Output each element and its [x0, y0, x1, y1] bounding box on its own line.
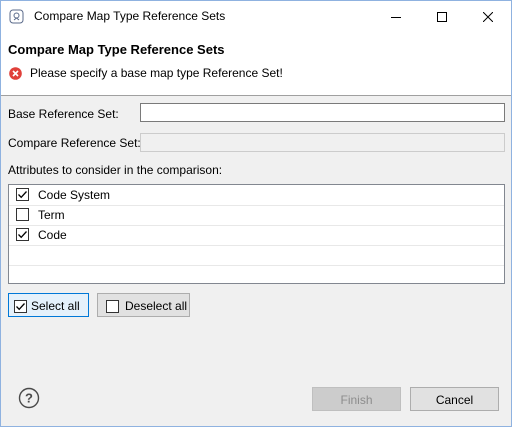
checkmark-icon: [16, 303, 25, 311]
title-bar[interactable]: Compare Map Type Reference Sets: [1, 1, 511, 32]
cancel-label: Cancel: [435, 393, 474, 407]
minimize-button[interactable]: [373, 1, 419, 32]
app-icon: [9, 9, 24, 24]
select-all-button[interactable]: Select all: [8, 293, 89, 317]
error-message: Please specify a base map type Reference…: [30, 66, 283, 80]
help-icon[interactable]: ?: [18, 387, 40, 409]
list-item[interactable]: Code System: [9, 185, 504, 206]
code-system-checkbox[interactable]: [16, 188, 29, 201]
code-checkbox[interactable]: [16, 228, 29, 241]
window-title: Compare Map Type Reference Sets: [34, 9, 226, 23]
list-item-label: Code: [38, 228, 67, 242]
cancel-button[interactable]: Cancel: [410, 387, 499, 411]
dialog-window: Compare Map Type Reference Sets Compare …: [0, 0, 512, 427]
base-reference-set-input[interactable]: [140, 103, 505, 122]
list-item[interactable]: Code: [9, 225, 504, 246]
deselect-all-button[interactable]: Deselect all: [97, 293, 190, 317]
finish-label: Finish: [340, 393, 373, 407]
finish-button[interactable]: Finish: [312, 387, 401, 411]
deselect-all-checkbox: [106, 300, 119, 313]
error-icon: [9, 67, 22, 80]
list-item-label: Term: [38, 208, 65, 222]
select-all-checkbox: [14, 300, 27, 313]
attributes-list[interactable]: Code System Term Code: [8, 184, 505, 284]
term-checkbox[interactable]: [16, 208, 29, 221]
maximize-button[interactable]: [419, 1, 465, 32]
svg-text:?: ?: [25, 391, 33, 406]
close-button[interactable]: [465, 1, 511, 32]
base-reference-set-label: Base Reference Set:: [8, 107, 119, 121]
header-title: Compare Map Type Reference Sets: [8, 42, 225, 57]
list-item-label: Code System: [38, 188, 111, 202]
checkmark-icon: [18, 231, 27, 239]
dialog-header: Compare Map Type Reference Sets Please s…: [1, 32, 511, 96]
minimize-icon: [391, 16, 401, 18]
list-item-empty: [9, 245, 504, 266]
select-all-label: Select all: [31, 299, 80, 313]
list-item[interactable]: Term: [9, 205, 504, 226]
compare-reference-set-input: [140, 133, 505, 152]
checkmark-icon: [18, 191, 27, 199]
compare-reference-set-label: Compare Reference Set:: [8, 136, 141, 150]
attributes-label: Attributes to consider in the comparison…: [8, 163, 223, 177]
close-icon: [483, 11, 493, 22]
maximize-icon: [437, 11, 447, 22]
deselect-all-label: Deselect all: [125, 299, 188, 313]
